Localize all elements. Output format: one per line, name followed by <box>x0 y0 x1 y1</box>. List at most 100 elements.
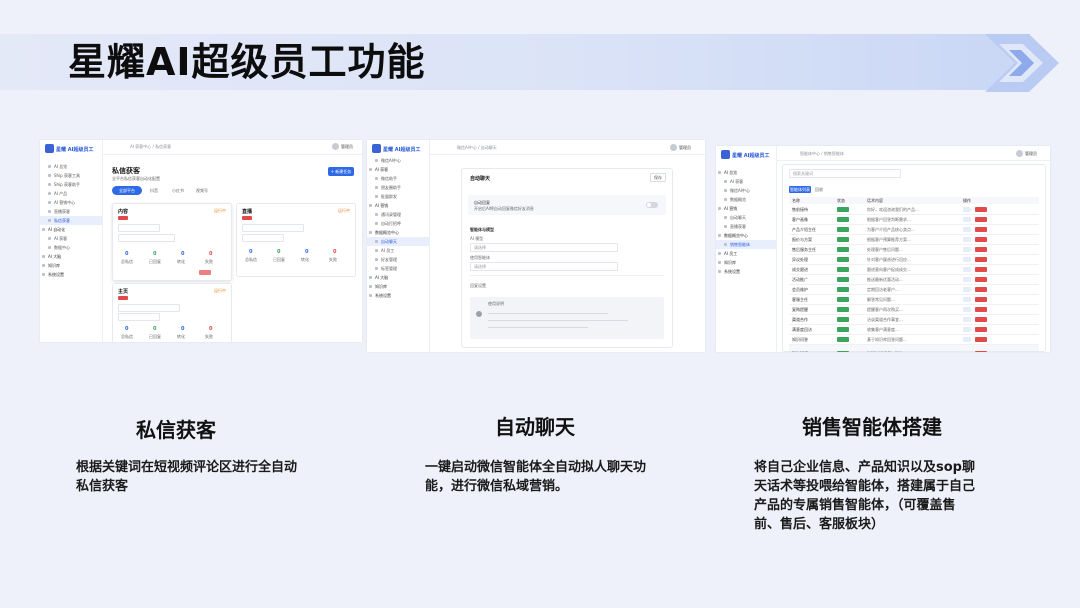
menu-item[interactable]: AI 员工 <box>367 246 429 255</box>
task-card[interactable]: 内容 运行中 0 0 0 0 总私信 已回复 转化 失败 <box>112 203 232 281</box>
edit-button[interactable] <box>963 317 971 322</box>
menu-item[interactable]: 通讯录管理 <box>367 210 429 219</box>
menu-group[interactable]: 系统设置 <box>40 270 102 279</box>
menu-item[interactable]: 数据中心 <box>40 243 102 252</box>
delete-button[interactable] <box>975 287 987 292</box>
edit-button[interactable] <box>963 277 971 282</box>
table-row[interactable]: 会员维护 定期回访老客户... <box>789 285 1039 295</box>
tab-agent-list[interactable]: 智能体列表 <box>789 186 811 193</box>
model-select[interactable]: 请选择 <box>470 243 618 252</box>
menu-group[interactable]: AI 营销 <box>716 204 776 213</box>
agent-select[interactable]: 请选择 <box>470 262 618 271</box>
edit-button[interactable] <box>963 307 971 312</box>
new-task-button[interactable]: + 新建任务 <box>328 167 354 176</box>
edit-button[interactable] <box>963 227 971 232</box>
table-row[interactable]: 售前接待 你好，欢迎咨询我们的产品... <box>789 205 1039 215</box>
menu-item[interactable]: 直播获客 <box>716 222 776 231</box>
tab-video[interactable]: 视频号 <box>196 188 208 194</box>
menu-group[interactable]: 数据概览中心 <box>367 228 429 237</box>
delete-button[interactable] <box>199 270 211 275</box>
delete-button[interactable] <box>975 327 987 332</box>
menu-item[interactable]: 自动聊天 <box>716 213 776 222</box>
task-card[interactable]: 直播 运行中 0 0 0 0 总私信 已回复 转化 失败 <box>236 203 356 277</box>
menu-item[interactable]: 微信助手 <box>367 174 429 183</box>
menu-item[interactable]: 标签管理 <box>367 264 429 273</box>
delete-button[interactable] <box>975 267 987 272</box>
edit-button[interactable] <box>963 297 971 302</box>
menu-group[interactable]: 知识库 <box>716 258 776 267</box>
table-row[interactable]: 异议处理 针对客户疑虑进行回应... <box>789 255 1039 265</box>
table-row[interactable]: 知识问答 基于知识库回答问题... <box>789 335 1039 345</box>
menu-item[interactable]: 自动打招呼 <box>367 219 429 228</box>
task-card[interactable]: 主页 运行中 0 0 0 0 总私信 已回复 转化 失败 <box>112 283 232 342</box>
auto-reply-toggle[interactable] <box>646 202 658 208</box>
menu-group[interactable]: AI 员工 <box>716 249 776 258</box>
menu-group[interactable]: AI 自动化 <box>40 225 102 234</box>
menu-item[interactable]: AI 营销中心 <box>40 198 102 207</box>
menu-group[interactable]: 系统设置 <box>367 291 429 300</box>
delete-button[interactable] <box>975 277 987 282</box>
table-row[interactable]: 渠道合作 洽谈渠道合作事宜... <box>789 315 1039 325</box>
edit-button[interactable] <box>963 247 971 252</box>
edit-button[interactable] <box>963 337 971 342</box>
menu-item[interactable]: AI 总览 <box>40 162 102 171</box>
table-row[interactable]: 产品介绍主任 为客户介绍产品核心卖点... <box>789 225 1039 235</box>
menu-item-active[interactable]: 自动聊天 <box>367 237 429 246</box>
edit-button[interactable] <box>963 217 971 222</box>
edit-button[interactable] <box>963 257 971 262</box>
table-row[interactable]: 客服主任 解答常见问题... <box>789 295 1039 305</box>
menu-group[interactable]: AI 获客 <box>367 165 429 174</box>
edit-button[interactable] <box>963 237 971 242</box>
delete-button[interactable] <box>975 247 987 252</box>
edit-button[interactable] <box>963 207 971 212</box>
menu-item[interactable]: 批量群发 <box>367 192 429 201</box>
save-button[interactable]: 保存 <box>650 173 666 182</box>
menu-item[interactable]: AI 获客 <box>716 177 776 186</box>
delete-button[interactable] <box>975 217 987 222</box>
avatar[interactable] <box>670 144 677 151</box>
menu-group[interactable]: 知识库 <box>40 261 102 270</box>
avatar[interactable] <box>332 143 339 150</box>
edit-button[interactable] <box>963 267 971 272</box>
delete-button[interactable] <box>975 317 987 322</box>
delete-button[interactable] <box>975 297 987 302</box>
tab-douyin[interactable]: 抖音 <box>150 188 158 194</box>
delete-button[interactable] <box>975 307 987 312</box>
table-row[interactable]: 客户画像 根据客户回答判断需求... <box>789 215 1039 225</box>
menu-item[interactable]: 微信AI中心 <box>367 156 429 165</box>
search-input[interactable]: 搜索关键词 <box>789 169 901 178</box>
delete-button[interactable] <box>975 227 987 232</box>
menu-item[interactable]: Ship 获客工具 <box>40 171 102 180</box>
edit-button[interactable] <box>963 287 971 292</box>
delete-button[interactable] <box>975 207 987 212</box>
edit-button[interactable] <box>963 327 971 332</box>
avatar[interactable] <box>1016 150 1023 157</box>
menu-item[interactable]: AI 获客 <box>40 234 102 243</box>
delete-button[interactable] <box>975 237 987 242</box>
menu-group[interactable]: AI 大脑 <box>367 273 429 282</box>
table-row[interactable]: 满意度回访 收集客户满意度... <box>789 325 1039 335</box>
tab-recycle[interactable]: 回收 <box>815 187 823 193</box>
delete-button[interactable] <box>975 337 987 342</box>
menu-item[interactable]: 朋友圈助手 <box>367 183 429 192</box>
menu-item[interactable]: 微信AI中心 <box>716 186 776 195</box>
delete-button[interactable] <box>975 257 987 262</box>
table-row[interactable]: 活动推广 推送最新优惠活动... <box>789 275 1039 285</box>
menu-item[interactable]: 直播获客 <box>40 207 102 216</box>
menu-item[interactable]: 数据概览 <box>716 195 776 204</box>
menu-group[interactable]: 知识库 <box>367 282 429 291</box>
menu-group[interactable]: AI 营销 <box>367 201 429 210</box>
menu-group[interactable]: 数据概览中心 <box>716 231 776 240</box>
menu-group[interactable]: AI 大脑 <box>40 252 102 261</box>
menu-group[interactable]: AI 总览 <box>716 168 776 177</box>
menu-item-active[interactable]: 私信获客 <box>40 216 102 225</box>
menu-item[interactable]: AI 产品 <box>40 189 102 198</box>
table-row[interactable]: 售后服务主任 处理客户售后问题... <box>789 245 1039 255</box>
menu-item[interactable]: 好友管理 <box>367 255 429 264</box>
table-row[interactable]: 复购提醒 提醒客户再次购买... <box>789 305 1039 315</box>
tab-xiaohongshu[interactable]: 小红书 <box>172 188 184 194</box>
table-row[interactable]: 报价与方案 根据客户预算推荐方案... <box>789 235 1039 245</box>
table-row[interactable]: 成交跟进 跟进意向客户促成成交... <box>789 265 1039 275</box>
tab-all[interactable]: 全部平台 <box>112 186 142 195</box>
menu-group[interactable]: 系统设置 <box>716 267 776 276</box>
